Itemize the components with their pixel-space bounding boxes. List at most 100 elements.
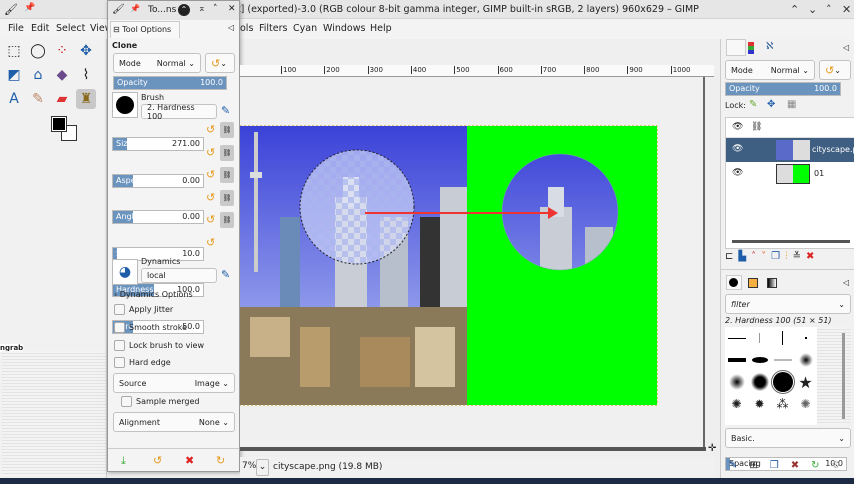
smooth-stroke-checkbox[interactable]: Smooth stroke — [114, 322, 187, 333]
brush-item[interactable] — [782, 331, 783, 345]
foreground-color[interactable] — [51, 116, 67, 132]
tab-layers-icon[interactable] — [726, 39, 746, 56]
dock-menu-icon[interactable]: ◁ — [843, 43, 849, 52]
layer-opacity-slider[interactable]: Opacity 100.0 — [725, 82, 841, 96]
size-slider[interactable]: Size 271.00 — [112, 137, 204, 151]
pin-icon[interactable]: 📌 — [130, 4, 140, 13]
duplicate-brush-icon[interactable]: ❐ — [770, 460, 779, 471]
maximize-button[interactable]: ˄ — [826, 3, 832, 16]
edit-brush-icon[interactable]: ✎ — [729, 460, 737, 471]
delete-layer-icon[interactable]: ✖ — [806, 251, 814, 262]
zoom-dropdown[interactable]: ⌄ — [256, 459, 269, 476]
eraser-tool-icon[interactable]: ▰ — [52, 89, 72, 109]
tab-gradients-icon[interactable] — [767, 278, 777, 288]
brush-item[interactable]: ⁂ — [777, 397, 789, 411]
layer-name[interactable]: 01 — [814, 169, 824, 178]
lock-alpha-icon[interactable]: ▦ — [787, 99, 796, 110]
opacity-slider[interactable]: Opacity 100.0 — [113, 76, 227, 90]
layer-mode-reset[interactable]: ↺ ⌄ — [819, 60, 851, 80]
hard-edge-checkbox[interactable]: Hard edge — [114, 357, 171, 368]
zoom-value[interactable]: 7% — [242, 461, 256, 471]
crop-tool-icon[interactable]: ◆ — [52, 65, 72, 85]
smudge-tool-icon[interactable]: ✎ — [28, 89, 48, 109]
brush-item[interactable] — [759, 333, 760, 343]
brush-item[interactable] — [804, 337, 807, 339]
pin-icon[interactable]: 📌 — [24, 3, 35, 13]
menu-help[interactable]: Help — [370, 23, 392, 34]
open-as-image-icon[interactable]: ⚙ — [832, 460, 841, 471]
anchor-layer-icon[interactable]: ⫶ — [785, 251, 788, 262]
brush-item[interactable] — [751, 357, 768, 363]
layer-name[interactable]: cityscape.png — [812, 145, 854, 154]
brush-item[interactable]: ★ — [798, 373, 812, 392]
rect-select-tool-icon[interactable]: ⬚ — [4, 41, 24, 61]
tab-patterns-icon[interactable] — [748, 278, 758, 288]
lock-pixels-icon[interactable]: ✎ — [749, 99, 757, 110]
apply-jitter-checkbox[interactable]: Apply Jitter — [114, 304, 173, 315]
delete-options-icon[interactable]: ✖ — [185, 454, 194, 467]
navigate-icon[interactable]: ✛ — [708, 443, 716, 454]
close-button[interactable]: ✕ — [842, 3, 851, 16]
image-canvas[interactable] — [240, 77, 705, 447]
dock-menu-icon[interactable]: ◁ — [228, 23, 234, 32]
warp-tool-icon[interactable]: ⌂ — [28, 65, 48, 85]
tab-brushes-icon[interactable] — [726, 275, 742, 290]
reset-icon[interactable]: ↺ — [206, 146, 215, 159]
mode-reset-select[interactable]: ↺ ⌄ — [205, 53, 235, 73]
align-tool-icon[interactable]: ◩ — [4, 65, 24, 85]
menu-file[interactable]: File — [8, 23, 24, 34]
brush-grid[interactable]: ★ ✺ ✹ ⁂ ✺ — [725, 327, 851, 425]
maximize-button[interactable]: ˄ — [213, 4, 218, 14]
clone-tool-icon[interactable]: ♜ — [76, 89, 96, 109]
mode-select[interactable]: Mode Normal ⌄ — [113, 53, 201, 73]
visibility-icon[interactable]: 👁 — [732, 168, 743, 178]
brush-item[interactable]: ✺ — [800, 397, 810, 411]
reset-icon[interactable]: ↺ — [206, 191, 215, 204]
menu-filters[interactable]: Filters — [259, 23, 287, 34]
layers-scrollbar[interactable] — [732, 240, 850, 243]
lock-brush-checkbox[interactable]: Lock brush to view — [114, 340, 204, 351]
menu-select[interactable]: Select — [56, 23, 85, 34]
text-tool-icon[interactable]: A — [4, 89, 24, 109]
brush-item[interactable] — [727, 358, 746, 362]
dynamics-options-expander[interactable]: › Dynamics Options — [114, 290, 193, 299]
tab-tool-options[interactable]: ⊟ Tool Options — [110, 21, 180, 38]
menu-edit[interactable]: Edit — [31, 23, 49, 34]
edit-dynamics-icon[interactable]: ✎ — [221, 268, 230, 281]
reset-icon[interactable]: ↺ — [206, 236, 215, 249]
dynamics-field[interactable]: local — [141, 268, 217, 283]
tab-channels-icon[interactable] — [748, 42, 754, 54]
reset-icon[interactable]: ↺ — [206, 168, 215, 181]
link-icon[interactable]: ⛓ — [220, 144, 234, 161]
menu-tools[interactable]: ols — [240, 23, 253, 34]
sample-merged-checkbox[interactable]: Sample merged — [121, 396, 199, 407]
dynamics-preview-icon[interactable]: ◕ — [112, 259, 138, 285]
lock-position-icon[interactable]: ✥ — [767, 99, 775, 110]
delete-brush-icon[interactable]: ✖ — [791, 460, 799, 471]
link-icon[interactable]: ⛓ — [220, 167, 234, 183]
lower-layer-icon[interactable]: ˅ — [761, 251, 766, 262]
brush-item[interactable]: ✺ — [731, 397, 741, 411]
horizontal-scrollbar[interactable] — [240, 447, 706, 451]
shade-icon[interactable]: ⌃ — [178, 4, 190, 16]
raise-layer-icon[interactable]: ˄ — [751, 251, 756, 262]
brush-item-selected[interactable] — [770, 370, 795, 394]
brush-item[interactable] — [728, 374, 745, 390]
reset-icon[interactable]: ↺ — [206, 123, 215, 136]
brush-item[interactable]: ✹ — [754, 397, 764, 411]
paths-tool-icon[interactable]: ⌇ — [76, 65, 96, 85]
link-icon[interactable]: ⛓ — [220, 122, 234, 138]
new-layer-group-icon[interactable]: ⊏ — [725, 251, 733, 262]
fuzzy-select-tool-icon[interactable]: ⁘ — [52, 41, 72, 61]
merge-layer-icon[interactable]: ≚ — [793, 251, 801, 262]
angle-slider[interactable]: Angle 0.00 — [112, 210, 204, 224]
keep-above-button[interactable]: ⌅ — [198, 4, 206, 14]
lasso-tool-icon[interactable]: ◯ — [28, 41, 48, 61]
dock-menu-icon[interactable]: ◁ — [843, 278, 849, 287]
layer-row[interactable]: 👁 01 — [726, 162, 854, 186]
link-icon[interactable]: ⛓ — [220, 189, 234, 206]
brush-name-field[interactable]: 2. Hardness 100 — [141, 103, 217, 121]
visibility-icon[interactable]: 👁 — [732, 144, 743, 154]
reset-icon[interactable]: ↺ — [206, 213, 215, 226]
tab-paths-icon[interactable]: ℵ — [766, 41, 773, 52]
